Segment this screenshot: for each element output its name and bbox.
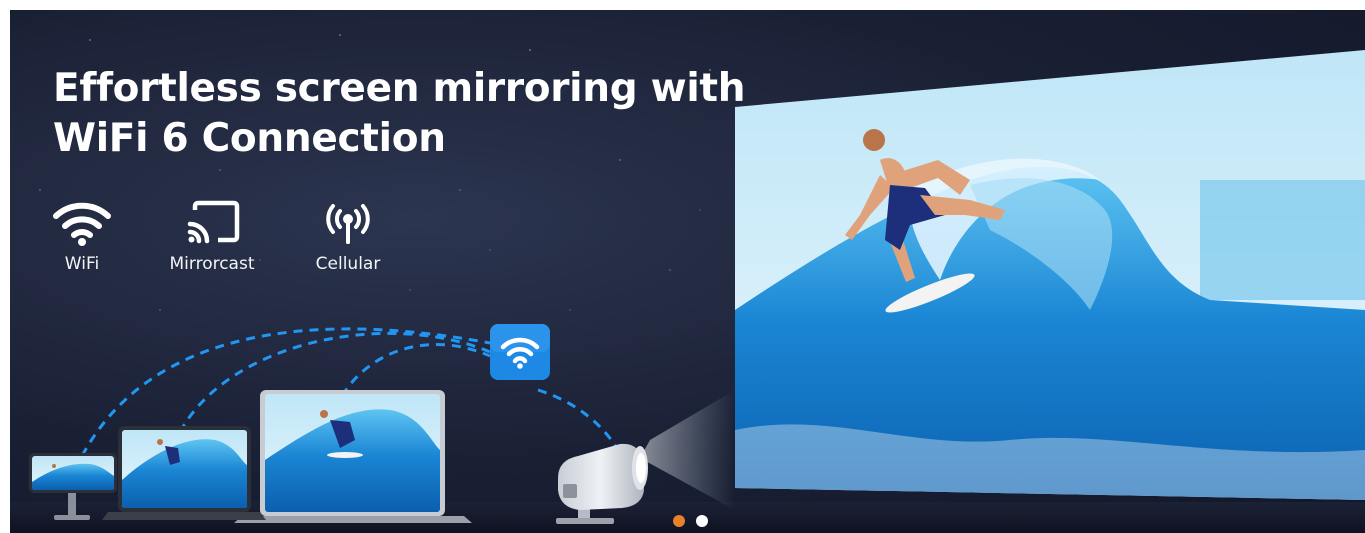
projected-screen xyxy=(735,50,1365,500)
wifi-badge xyxy=(490,324,550,380)
carousel-dot-1-active[interactable] xyxy=(673,515,685,527)
laptop-device xyxy=(234,390,472,523)
carousel-pagination xyxy=(673,515,708,527)
tablet-device xyxy=(102,426,266,520)
product-illustration xyxy=(10,50,1365,533)
carousel-dot-2[interactable] xyxy=(696,515,708,527)
hero-banner: Effortless screen mirroring with WiFi 6 … xyxy=(10,10,1365,533)
projector-light-beam xyxy=(640,390,735,510)
